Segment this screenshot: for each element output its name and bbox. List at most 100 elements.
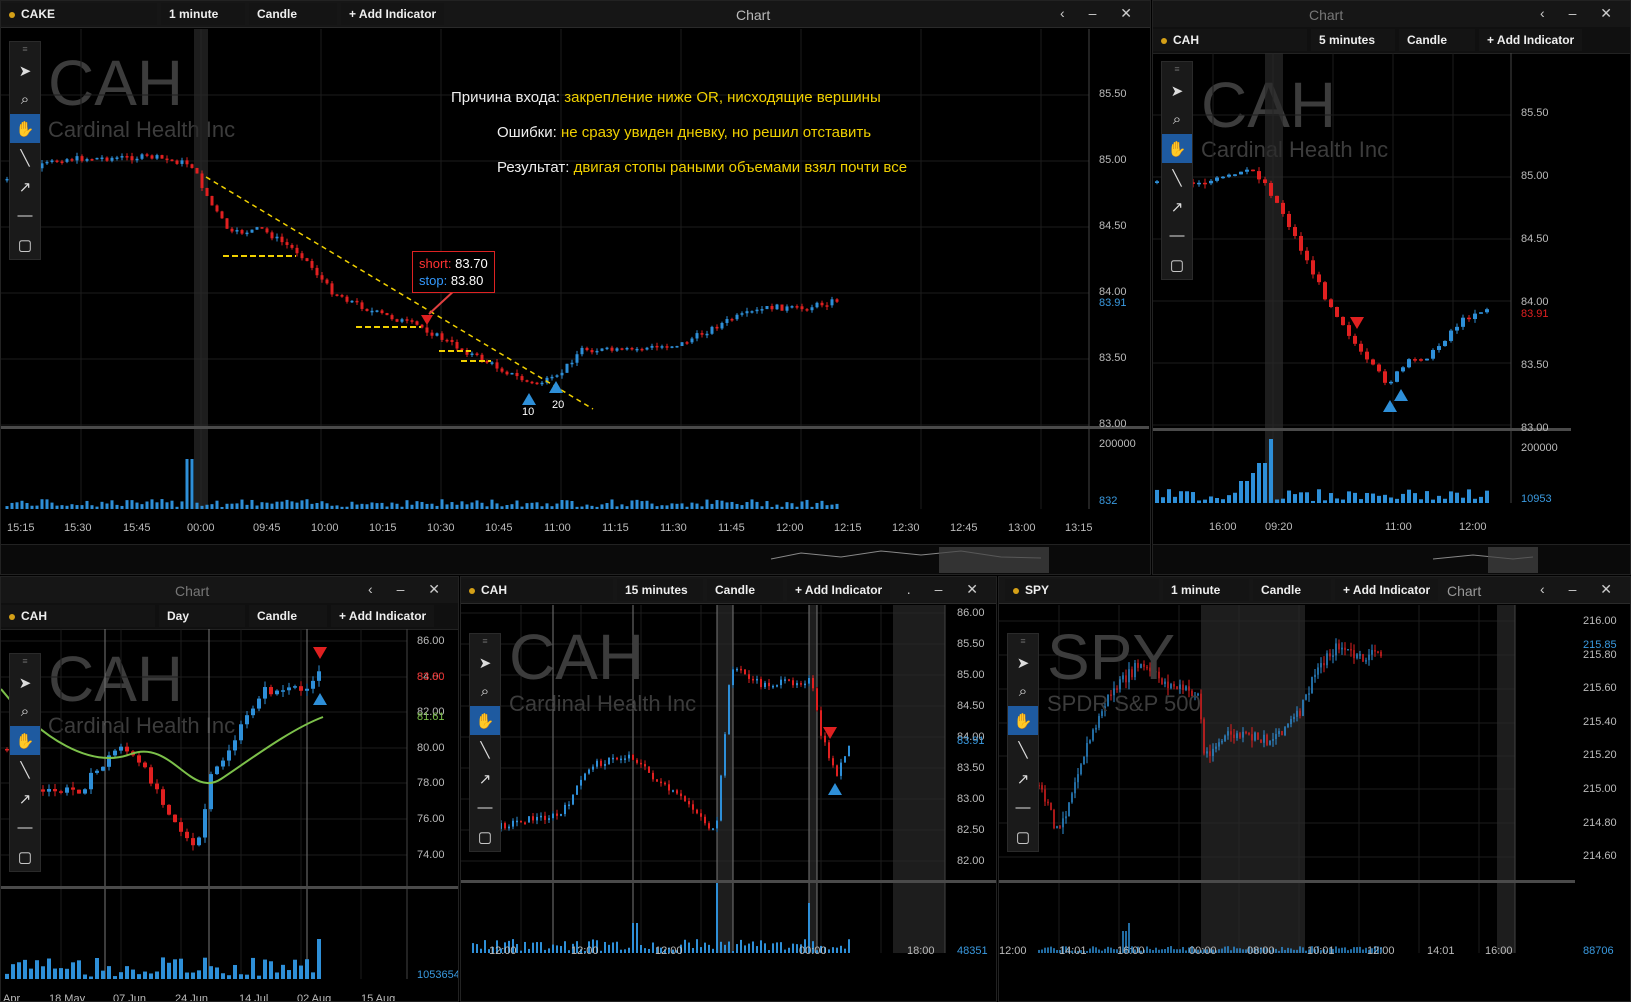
scroll-thumb[interactable] (939, 547, 1049, 573)
collapse-icon[interactable]: ‹ (1060, 5, 1075, 21)
rect-icon[interactable]: ▢ (1008, 822, 1038, 851)
interval-select[interactable]: 1 minute (1163, 579, 1249, 601)
volume-bar (1155, 489, 1159, 503)
add-indicator-button[interactable]: + Add Indicator (1479, 29, 1583, 51)
symbol-select[interactable]: CAH (461, 579, 613, 601)
hand-icon[interactable]: ✋ (10, 114, 40, 143)
style-select[interactable]: Candle (249, 605, 327, 627)
close-icon[interactable]: ✕ (1600, 5, 1622, 21)
close-icon[interactable]: ✕ (428, 581, 450, 597)
symbol-select[interactable]: CAKE (1, 3, 157, 25)
arrow-icon[interactable]: ↗ (10, 172, 40, 201)
volume-bar (70, 504, 74, 509)
hand-icon[interactable]: ✋ (1162, 134, 1192, 163)
hline-icon[interactable]: — (470, 793, 500, 822)
hline-icon[interactable]: — (10, 201, 40, 230)
volume-bar (685, 506, 689, 509)
style-select[interactable]: Candle (1399, 29, 1475, 51)
main-scrollbar[interactable] (1, 544, 1150, 574)
candle (257, 698, 261, 709)
interval-select[interactable]: Day (159, 605, 245, 627)
interval-select[interactable]: 1 minute (161, 3, 245, 25)
pointer-icon[interactable]: ➤ (1008, 648, 1038, 677)
tr-plot[interactable]: CAH Cardinal Health Inc 85.5085.0084.508… (1153, 53, 1630, 544)
pointer-icon[interactable]: ➤ (470, 648, 500, 677)
volume-bar (1299, 492, 1303, 503)
close-icon[interactable]: ✕ (966, 581, 988, 597)
rect-icon[interactable]: ▢ (1162, 250, 1192, 279)
volume-bar (732, 950, 734, 953)
main-plot[interactable]: CAH Cardinal Health Inc Причина входа: з… (1, 29, 1150, 544)
pointer-icon[interactable]: ➤ (10, 56, 40, 85)
candle (816, 688, 818, 711)
zoom-icon[interactable]: ⌕ (10, 85, 40, 114)
symbol-select[interactable]: CAH (1153, 29, 1307, 51)
rect-icon[interactable]: ▢ (10, 842, 40, 871)
arrow-icon[interactable]: ↗ (1162, 192, 1192, 221)
toolbar-grip-icon[interactable]: ≡ (10, 42, 40, 56)
rect-icon[interactable]: ▢ (470, 822, 500, 851)
zoom-icon[interactable]: ⌕ (1008, 677, 1038, 706)
zoom-icon[interactable]: ⌕ (470, 677, 500, 706)
toolbar-grip-icon[interactable]: ≡ (10, 654, 40, 668)
collapse-icon[interactable]: ‹ (1540, 581, 1555, 597)
arrow-icon[interactable]: ↗ (1008, 764, 1038, 793)
pointer-icon[interactable]: ➤ (10, 668, 40, 697)
minimize-icon[interactable]: – (397, 581, 415, 597)
menu-icon[interactable]: . (907, 581, 921, 597)
hline-icon[interactable]: — (1008, 793, 1038, 822)
minimize-icon[interactable]: – (935, 581, 953, 597)
candle (1269, 740, 1271, 745)
volume-bar (716, 883, 718, 953)
arrow-icon[interactable]: ↗ (10, 784, 40, 813)
arrow-icon[interactable]: ↗ (470, 764, 500, 793)
line-icon[interactable]: ╲ (10, 755, 40, 784)
line-icon[interactable]: ╲ (1162, 163, 1192, 192)
candle (1059, 826, 1061, 828)
add-indicator-button[interactable]: + Add Indicator (341, 3, 445, 25)
pointer-icon[interactable]: ➤ (1162, 76, 1192, 105)
line-icon[interactable]: ╲ (10, 143, 40, 172)
line-icon[interactable]: ╲ (470, 735, 500, 764)
hand-icon[interactable]: ✋ (1008, 706, 1038, 735)
close-icon[interactable]: ✕ (1120, 5, 1142, 21)
symbol-select[interactable]: CAH (1, 605, 155, 627)
add-indicator-button[interactable]: + Add Indicator (787, 579, 891, 601)
drawing-toolbar: ≡ ➤ ⌕ ✋ ╲ ↗ — ▢ (1007, 633, 1039, 852)
collapse-icon[interactable]: ‹ (1540, 5, 1555, 21)
zoom-icon[interactable]: ⌕ (1162, 105, 1192, 134)
toolbar-grip-icon[interactable]: ≡ (1162, 62, 1192, 76)
minimize-icon[interactable]: – (1569, 581, 1587, 597)
bl-plot[interactable]: CAH Cardinal Health Inc 86.00 84.00 82.00 8… (1, 629, 458, 1001)
candle (744, 669, 746, 675)
rect-icon[interactable]: ▢ (10, 230, 40, 259)
style-select[interactable]: Candle (1253, 579, 1331, 601)
hand-icon[interactable]: ✋ (10, 726, 40, 755)
style-select[interactable]: Candle (249, 3, 337, 25)
hand-icon[interactable]: ✋ (470, 706, 500, 735)
collapse-icon[interactable]: ‹ (368, 581, 383, 597)
add-indicator-button[interactable]: + Add Indicator (1335, 579, 1439, 601)
line-icon[interactable]: ╲ (1008, 735, 1038, 764)
style-select[interactable]: Candle (707, 579, 783, 601)
zoom-icon[interactable]: ⌕ (10, 697, 40, 726)
toolbar-grip-icon[interactable]: ≡ (1008, 634, 1038, 648)
bm-plot[interactable]: CAH Cardinal Health Inc 86.00 85.50 85.00 8… (461, 605, 996, 1001)
hline-icon[interactable]: — (1162, 221, 1192, 250)
close-icon[interactable]: ✕ (1600, 581, 1622, 597)
br-plot[interactable]: SPY SPDR S&P 500 216.00 215.80 215.60 215.4… (999, 605, 1630, 1001)
candle (724, 734, 726, 776)
hline-icon[interactable]: — (10, 813, 40, 842)
volume-bar (245, 504, 249, 509)
minimize-icon[interactable]: – (1089, 5, 1107, 21)
x-tick-label: 12:00 (571, 945, 599, 957)
interval-select[interactable]: 5 minutes (1311, 29, 1395, 51)
candle (528, 816, 530, 823)
symbol-select[interactable]: SPY (1005, 579, 1159, 601)
toolbar-grip-icon[interactable]: ≡ (470, 634, 500, 648)
tr-scrollbar[interactable] (1153, 544, 1630, 574)
interval-select[interactable]: 15 minutes (617, 579, 703, 601)
add-indicator-button[interactable]: + Add Indicator (331, 605, 435, 627)
minimize-icon[interactable]: – (1569, 5, 1587, 21)
volume-bar (40, 499, 44, 509)
